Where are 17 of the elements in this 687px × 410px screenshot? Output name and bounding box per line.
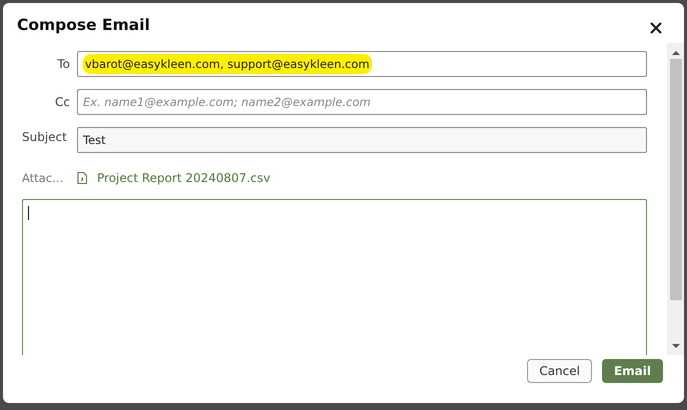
field-label: To	[56, 57, 71, 71]
email-button[interactable]: Email	[602, 359, 663, 383]
input-field[interactable]: Test	[77, 127, 647, 153]
attachment-link[interactable]: Project Report 20240807.csv	[77, 171, 647, 185]
message-body-field[interactable]	[22, 199, 647, 355]
input-field[interactable]: vbarot@easykleen.com, support@easykleen.com	[77, 51, 647, 77]
field-label: Cc	[54, 95, 71, 109]
dialog-title: Compose Email	[17, 16, 150, 34]
scrollbar[interactable]	[667, 43, 684, 355]
close-icon	[650, 22, 662, 34]
close-button[interactable]	[650, 22, 664, 36]
spreadsheet-file-icon	[77, 172, 87, 184]
text-cursor	[28, 206, 29, 220]
attachments-label: Attac…	[22, 171, 65, 185]
input-field[interactable]: Ex. name1@example.com; name2@example.com	[77, 89, 647, 115]
field-label: Subject	[22, 129, 68, 144]
cancel-button[interactable]: Cancel	[527, 359, 592, 383]
